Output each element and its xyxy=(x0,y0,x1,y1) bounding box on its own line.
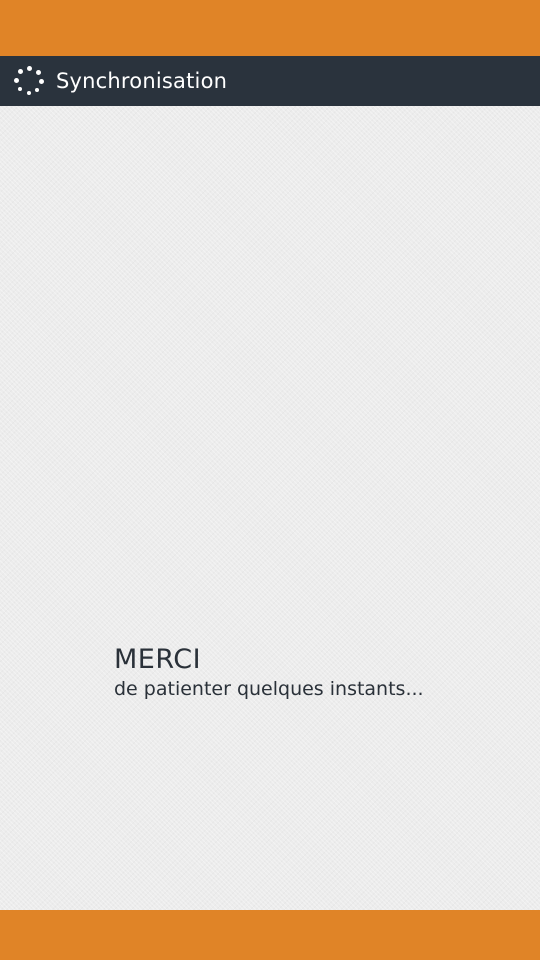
bottom-bar xyxy=(0,910,540,960)
wait-message: MERCI de patienter quelques instants... xyxy=(114,643,424,701)
title-bar: Synchronisation xyxy=(0,56,540,106)
sync-screen: Synchronisation MERCI de patienter quelq… xyxy=(0,0,540,960)
top-status-bar xyxy=(0,0,540,56)
message-title: MERCI xyxy=(114,644,202,675)
page-title: Synchronisation xyxy=(56,69,228,93)
message-subtitle: de patienter quelques instants... xyxy=(114,678,424,700)
loading-spinner-icon xyxy=(14,66,44,96)
